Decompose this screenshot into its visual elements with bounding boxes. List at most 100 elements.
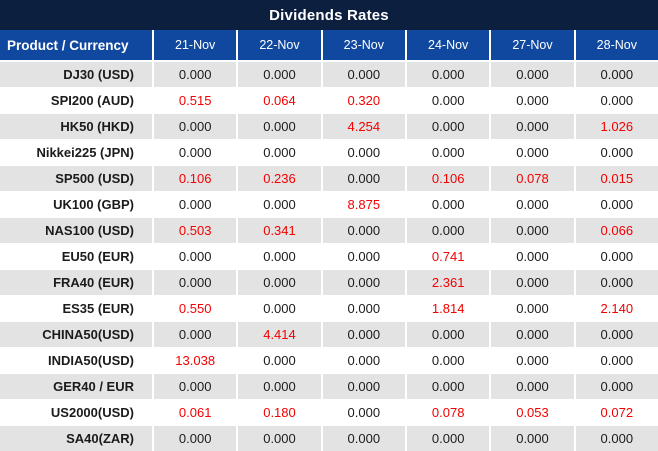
product-cell: SPI200 (AUD) (0, 88, 152, 113)
value-cell: 0.106 (407, 166, 490, 191)
value-cell: 0.072 (575, 400, 658, 425)
value-cell: 0.000 (322, 140, 405, 165)
value-cell: 0.000 (238, 62, 321, 87)
product-cell: EU50 (EUR) (0, 244, 152, 269)
value-cell: 0.000 (491, 296, 574, 321)
table-body: DJ30 (USD) 0.000 0.000 0.000 0.000 0.000… (0, 60, 658, 451)
value-cell: 4.414 (238, 322, 321, 347)
value-cell: 0.000 (154, 244, 237, 269)
value-cell: 0.503 (154, 218, 237, 243)
product-cell: SP500 (USD) (0, 166, 152, 191)
column-header-date-3: 23-Nov (322, 30, 405, 60)
table-row: UK100 (GBP) 0.000 0.000 8.875 0.000 0.00… (0, 192, 658, 217)
value-cell: 0.000 (322, 374, 405, 399)
value-cell: 0.000 (575, 322, 658, 347)
value-cell: 0.000 (491, 270, 574, 295)
column-header-date-4: 24-Nov (407, 30, 490, 60)
product-cell: NAS100 (USD) (0, 218, 152, 243)
value-cell: 4.254 (322, 114, 405, 139)
value-cell: 0.064 (238, 88, 321, 113)
value-cell: 0.000 (407, 114, 490, 139)
product-cell: DJ30 (USD) (0, 62, 152, 87)
table-row: CHINA50(USD) 0.000 4.414 0.000 0.000 0.0… (0, 322, 658, 347)
table-row: Nikkei225 (JPN) 0.000 0.000 0.000 0.000 … (0, 140, 658, 165)
value-cell: 0.000 (407, 140, 490, 165)
value-cell: 0.000 (238, 114, 321, 139)
value-cell: 0.078 (407, 400, 490, 425)
value-cell: 0.000 (491, 322, 574, 347)
value-cell: 0.000 (407, 348, 490, 373)
value-cell: 0.000 (407, 88, 490, 113)
table-row: HK50 (HKD) 0.000 0.000 4.254 0.000 0.000… (0, 114, 658, 139)
column-header-date-5: 27-Nov (491, 30, 574, 60)
value-cell: 0.341 (238, 218, 321, 243)
value-cell: 0.000 (154, 270, 237, 295)
value-cell: 0.000 (238, 244, 321, 269)
column-header-date-1: 21-Nov (154, 30, 237, 60)
value-cell: 0.000 (154, 426, 237, 451)
value-cell: 0.000 (322, 244, 405, 269)
product-cell: SA40(ZAR) (0, 426, 152, 451)
value-cell: 0.000 (491, 426, 574, 451)
value-cell: 0.053 (491, 400, 574, 425)
value-cell: 0.000 (154, 374, 237, 399)
value-cell: 0.000 (491, 192, 574, 217)
value-cell: 0.000 (238, 426, 321, 451)
value-cell: 0.000 (238, 296, 321, 321)
dividends-rates-widget: Dividends Rates Product / Currency 21-No… (0, 0, 658, 451)
column-header-product-currency: Product / Currency (0, 30, 152, 60)
product-cell: GER40 / EUR (0, 374, 152, 399)
value-cell: 0.000 (238, 140, 321, 165)
value-cell: 0.000 (238, 270, 321, 295)
product-cell: UK100 (GBP) (0, 192, 152, 217)
value-cell: 0.000 (322, 348, 405, 373)
value-cell: 0.106 (154, 166, 237, 191)
value-cell: 0.000 (491, 62, 574, 87)
value-cell: 0.320 (322, 88, 405, 113)
value-cell: 0.000 (322, 62, 405, 87)
value-cell: 0.000 (491, 218, 574, 243)
product-cell: HK50 (HKD) (0, 114, 152, 139)
value-cell: 0.515 (154, 88, 237, 113)
table-row: INDIA50(USD) 13.038 0.000 0.000 0.000 0.… (0, 348, 658, 373)
column-header-date-2: 22-Nov (238, 30, 321, 60)
value-cell: 0.015 (575, 166, 658, 191)
value-cell: 0.000 (575, 426, 658, 451)
value-cell: 8.875 (322, 192, 405, 217)
value-cell: 0.000 (575, 62, 658, 87)
value-cell: 0.000 (322, 322, 405, 347)
table-row: SP500 (USD) 0.106 0.236 0.000 0.106 0.07… (0, 166, 658, 191)
value-cell: 0.000 (322, 296, 405, 321)
value-cell: 0.236 (238, 166, 321, 191)
table-row: SA40(ZAR) 0.000 0.000 0.000 0.000 0.000 … (0, 426, 658, 451)
table-row: GER40 / EUR 0.000 0.000 0.000 0.000 0.00… (0, 374, 658, 399)
value-cell: 0.000 (238, 348, 321, 373)
value-cell: 0.000 (407, 374, 490, 399)
table-row: EU50 (EUR) 0.000 0.000 0.000 0.741 0.000… (0, 244, 658, 269)
value-cell: 1.814 (407, 296, 490, 321)
value-cell: 0.078 (491, 166, 574, 191)
value-cell: 1.026 (575, 114, 658, 139)
value-cell: 0.000 (407, 62, 490, 87)
value-cell: 0.000 (322, 400, 405, 425)
value-cell: 0.000 (575, 88, 658, 113)
value-cell: 0.000 (491, 88, 574, 113)
value-cell: 0.000 (407, 322, 490, 347)
value-cell: 0.000 (407, 192, 490, 217)
table-row: US2000(USD) 0.061 0.180 0.000 0.078 0.05… (0, 400, 658, 425)
value-cell: 0.066 (575, 218, 658, 243)
product-cell: US2000(USD) (0, 400, 152, 425)
value-cell: 0.000 (491, 374, 574, 399)
table-row: DJ30 (USD) 0.000 0.000 0.000 0.000 0.000… (0, 62, 658, 87)
product-cell: INDIA50(USD) (0, 348, 152, 373)
table-row: ES35 (EUR) 0.550 0.000 0.000 1.814 0.000… (0, 296, 658, 321)
value-cell: 0.000 (154, 322, 237, 347)
value-cell: 0.000 (154, 140, 237, 165)
value-cell: 0.000 (575, 374, 658, 399)
value-cell: 0.000 (322, 166, 405, 191)
product-cell: FRA40 (EUR) (0, 270, 152, 295)
value-cell: 0.000 (575, 244, 658, 269)
product-cell: ES35 (EUR) (0, 296, 152, 321)
value-cell: 0.000 (491, 244, 574, 269)
value-cell: 0.000 (238, 374, 321, 399)
